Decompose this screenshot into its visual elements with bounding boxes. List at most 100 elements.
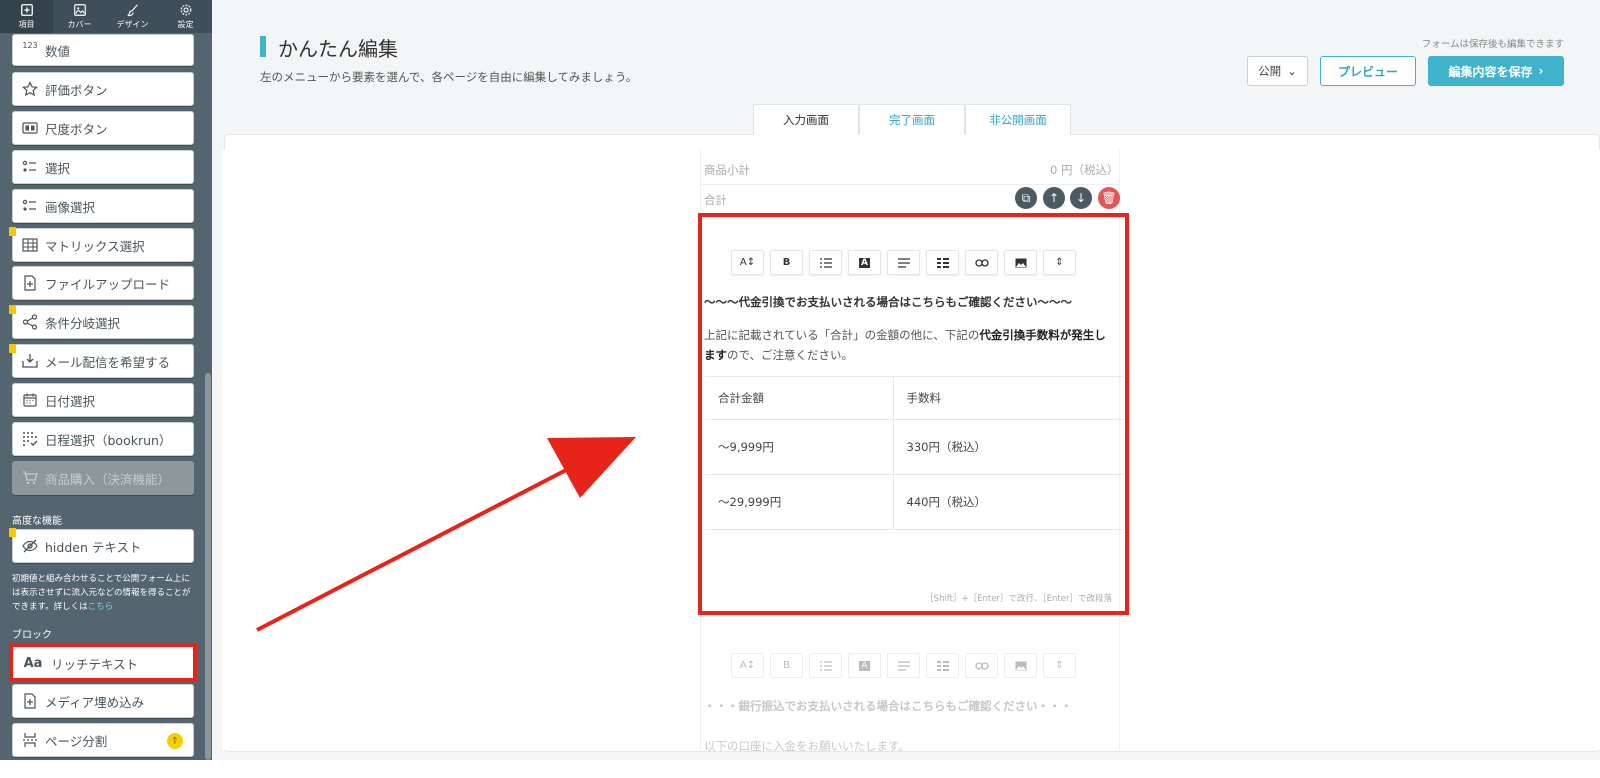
eye-off-icon bbox=[21, 537, 39, 555]
sidebar-item-label: hidden テキスト bbox=[45, 539, 142, 555]
sidebar-item-scale[interactable]: 尺度ボタン bbox=[12, 111, 194, 145]
list-button[interactable] bbox=[809, 653, 842, 678]
total-label: 合計 bbox=[704, 193, 727, 207]
sidebar-item-number[interactable]: 123 数値 bbox=[12, 34, 194, 66]
chevron-down-icon: ⌄ bbox=[1287, 64, 1297, 78]
delete-block-button[interactable]: 🗑 bbox=[1098, 187, 1120, 209]
block-heading: ブロック bbox=[12, 630, 52, 641]
rich-text-block-highlight bbox=[698, 213, 1129, 615]
brush-icon bbox=[126, 4, 138, 17]
next-rich-body[interactable]: 以下の口座に入金をお願いいたします。 bbox=[704, 738, 910, 754]
app-window: 項目 カバー デザイン 設定 123 数値 評価ボタン 尺度ボタン 選択 画像選… bbox=[0, 0, 1600, 760]
rich-text-toolbar-inactive: A↕ B A ⇕ bbox=[731, 653, 1076, 678]
sidebar-item-label: 数値 bbox=[45, 43, 71, 59]
hidden-text-note: 初期値と組み合わせることで公開フォーム上には表示させずに流入元などの情報を得るこ… bbox=[12, 572, 196, 614]
sidebar-item-file-upload[interactable]: ファイルアップロード bbox=[12, 266, 194, 300]
schedule-dots-icon bbox=[21, 430, 39, 448]
sidebar-item-media-embed[interactable]: メディア埋め込み bbox=[12, 684, 194, 718]
sidebar-item-label: メール配信を希望する bbox=[45, 354, 171, 370]
file-upload-icon bbox=[21, 274, 39, 292]
trash-icon: 🗑 bbox=[1101, 191, 1117, 205]
tab-private-screen[interactable]: 非公開画面 bbox=[965, 104, 1071, 135]
move-up-button[interactable]: ↑ bbox=[1043, 187, 1065, 209]
copy-icon: ⧉ bbox=[1021, 190, 1031, 205]
mail-download-icon bbox=[21, 352, 39, 370]
sidebar-item-label: 日付選択 bbox=[45, 393, 96, 409]
divider bbox=[700, 184, 1120, 185]
list-select-icon bbox=[21, 158, 39, 176]
status-select[interactable]: 公開 ⌄ bbox=[1247, 56, 1308, 86]
tab-input-screen[interactable]: 入力画面 bbox=[753, 104, 859, 135]
chevron-right-icon: › bbox=[1538, 64, 1544, 78]
status-label: 公開 bbox=[1258, 64, 1282, 78]
bold-button[interactable]: B bbox=[770, 653, 803, 678]
sidebar: 項目 カバー デザイン 設定 123 数値 評価ボタン 尺度ボタン 選択 画像選… bbox=[0, 0, 212, 760]
sidebar-item-label: 日程選択（bookrun） bbox=[45, 432, 172, 448]
divider-button[interactable]: ⇕ bbox=[1043, 653, 1076, 678]
copy-block-button[interactable]: ⧉ bbox=[1015, 187, 1037, 209]
preview-button[interactable]: プレビュー bbox=[1320, 56, 1416, 86]
page-title: かんたん編集 bbox=[278, 37, 398, 61]
sidebar-item-label: 選択 bbox=[45, 160, 71, 176]
arrow-down-icon: ↓ bbox=[1075, 191, 1087, 205]
tab-settings[interactable]: 設定 bbox=[159, 0, 212, 33]
move-down-button[interactable]: ↓ bbox=[1070, 187, 1092, 209]
page-break-icon bbox=[21, 731, 39, 749]
sidebar-item-image-select[interactable]: 画像選択 bbox=[12, 189, 194, 223]
sidebar-item-purchase[interactable]: 商品購入（決済機能） bbox=[12, 461, 194, 495]
share-branch-icon bbox=[21, 313, 39, 331]
font-size-button[interactable]: A↕ bbox=[731, 653, 764, 678]
sidebar-item-label: 商品購入（決済機能） bbox=[45, 471, 171, 487]
link-icon bbox=[974, 661, 989, 670]
save-button-label: 編集内容を保存 bbox=[1448, 64, 1533, 79]
advanced-heading: 高度な機能 bbox=[12, 516, 62, 527]
sidebar-item-rating[interactable]: 評価ボタン bbox=[12, 72, 194, 106]
sidebar-item-matrix[interactable]: マトリックス選択 bbox=[12, 228, 194, 262]
list-icon bbox=[819, 660, 832, 671]
tab-cover-label: カバー bbox=[67, 20, 92, 29]
hidden-note-link[interactable]: こちら bbox=[88, 602, 114, 612]
sidebar-item-schedule[interactable]: 日程選択（bookrun） bbox=[12, 422, 194, 456]
sidebar-item-mail-optin[interactable]: メール配信を希望する bbox=[12, 344, 194, 378]
page-tabs: 入力画面 完了画面 非公開画面 bbox=[753, 104, 1071, 135]
next-rich-heading[interactable]: ・・・銀行振込でお支払いされる場合はこちらもご確認ください・・・ bbox=[704, 698, 1072, 714]
link-button[interactable] bbox=[965, 653, 998, 678]
sidebar-item-select[interactable]: 選択 bbox=[12, 150, 194, 184]
upgrade-badge-icon: ↑ bbox=[167, 733, 183, 749]
save-note: フォームは保存後も編集できます bbox=[1421, 39, 1564, 50]
new-flag-icon bbox=[9, 344, 16, 353]
tab-cover[interactable]: カバー bbox=[53, 0, 106, 33]
sidebar-item-label: 評価ボタン bbox=[45, 82, 108, 98]
align-button[interactable] bbox=[887, 653, 920, 678]
plus-square-icon bbox=[20, 4, 33, 16]
align-left-icon bbox=[897, 660, 910, 671]
sidebar-item-label: マトリックス選択 bbox=[45, 238, 145, 254]
subtotal-label: 商品小計 bbox=[704, 163, 750, 177]
cart-icon bbox=[21, 469, 39, 487]
star-icon bbox=[21, 80, 39, 98]
calendar-icon bbox=[21, 391, 39, 409]
tab-complete-screen[interactable]: 完了画面 bbox=[859, 104, 965, 135]
font-size-icon: A↕ bbox=[739, 660, 756, 671]
image-icon bbox=[73, 4, 86, 16]
sidebar-item-branch[interactable]: 条件分岐選択 bbox=[12, 305, 194, 339]
bold-icon: B bbox=[783, 660, 790, 671]
tab-items[interactable]: 項目 bbox=[0, 0, 53, 33]
image-button[interactable] bbox=[1004, 653, 1037, 678]
sidebar-item-date[interactable]: 日付選択 bbox=[12, 383, 194, 417]
table-icon bbox=[21, 236, 39, 254]
sidebar-item-label: ページ分割 bbox=[45, 733, 108, 749]
annotation-arrow-icon bbox=[256, 437, 636, 632]
text-color-icon: A bbox=[859, 660, 870, 671]
sidebar-item-page-break[interactable]: ページ分割 ↑ bbox=[12, 723, 194, 757]
tab-design[interactable]: デザイン bbox=[106, 0, 159, 33]
tab-design-label: デザイン bbox=[116, 20, 149, 29]
table-button[interactable] bbox=[926, 653, 959, 678]
sidebar-item-hidden-text[interactable]: hidden テキスト bbox=[12, 529, 194, 563]
new-flag-icon bbox=[9, 227, 16, 236]
text-color-button[interactable]: A bbox=[848, 653, 881, 678]
page-subtitle: 左のメニューから要素を選んで、各ページを自由に編集してみましょう。 bbox=[260, 70, 638, 84]
save-button[interactable]: 編集内容を保存 › bbox=[1428, 56, 1564, 86]
subtotal-value: 0 円（税込） bbox=[1050, 163, 1119, 177]
sidebar-scrollbar[interactable] bbox=[205, 373, 211, 760]
